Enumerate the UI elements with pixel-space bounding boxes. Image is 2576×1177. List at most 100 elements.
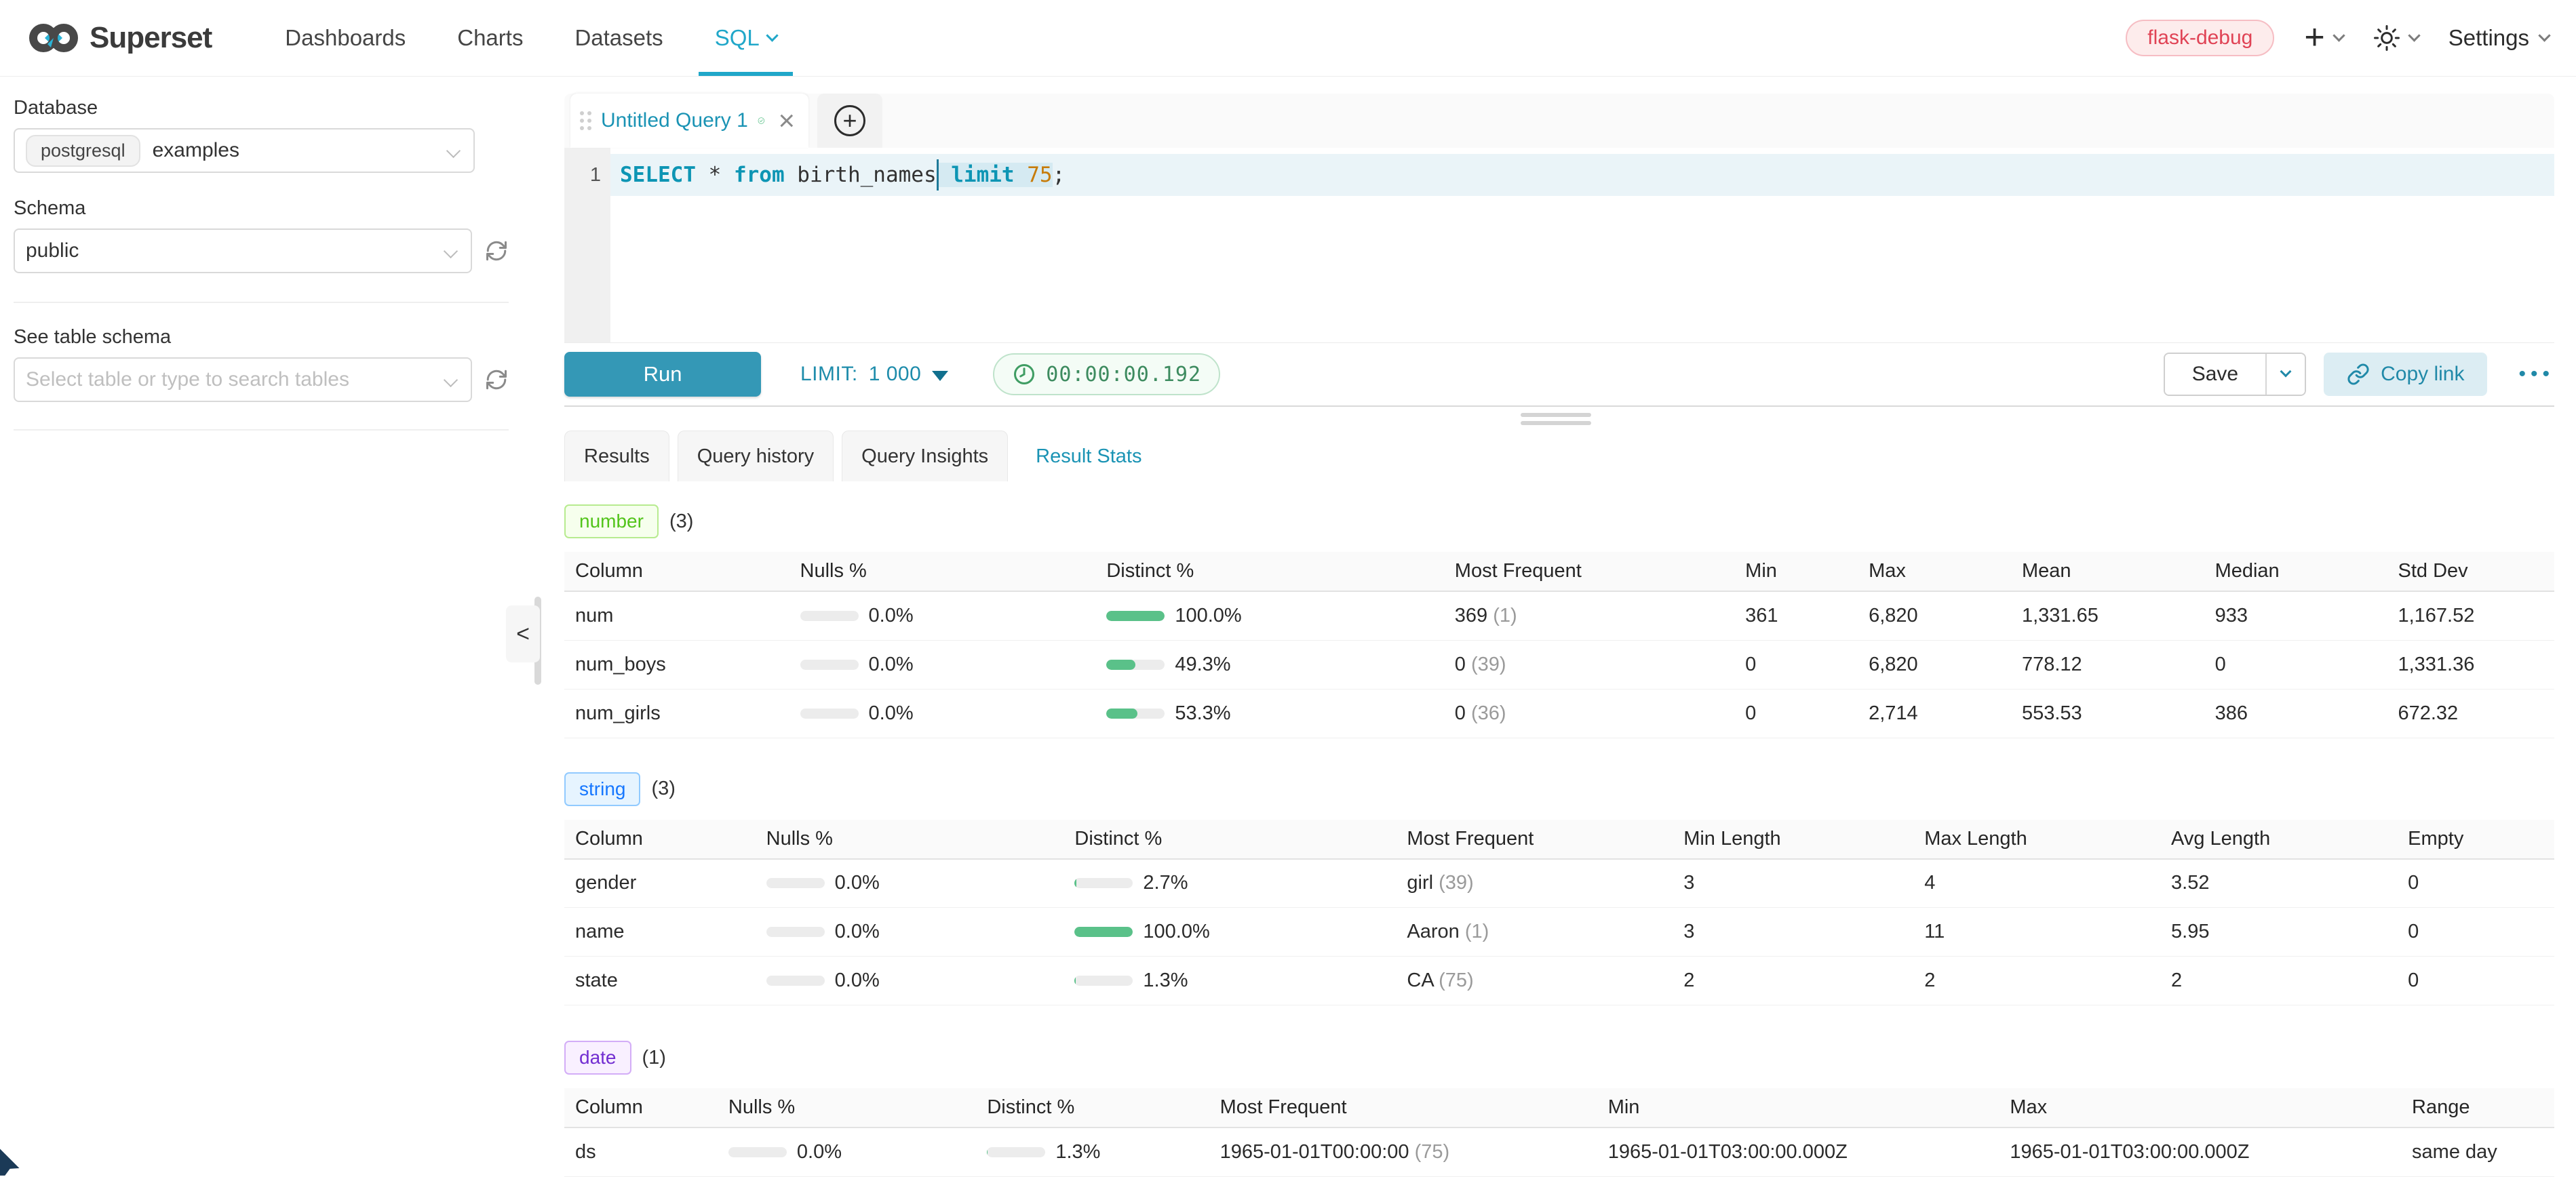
date-stats-table: Column Nulls % Distinct % Most Frequent … — [564, 1088, 2554, 1177]
query-timer: 00:00:00.192 — [993, 353, 1220, 395]
chevron-down-icon — [2408, 29, 2420, 41]
stat-cell: 0 — [1734, 640, 1858, 689]
table-row: name 0.0% 100.0% Aaron (1) 3 11 5.95 0 — [564, 908, 2554, 957]
col-header[interactable]: Column — [564, 1088, 718, 1128]
col-header[interactable]: Nulls % — [756, 820, 1064, 859]
col-header[interactable]: Min Length — [1673, 820, 1913, 859]
database-select[interactable]: postgresql examples — [14, 128, 475, 173]
refresh-tables-icon[interactable] — [484, 367, 509, 392]
col-header[interactable]: Mean — [2011, 552, 2204, 591]
sql-editor[interactable]: 1 SELECT * from birth_names limit 75; — [536, 148, 2576, 342]
save-button[interactable]: Save — [2165, 354, 2265, 395]
drag-handle-icon[interactable] — [580, 111, 591, 130]
col-header[interactable]: Min — [1734, 552, 1858, 591]
tab-query-history[interactable]: Query history — [678, 431, 834, 481]
plus-circle-icon: + — [834, 105, 865, 136]
stats-section-date: date (1) Column Nulls % Distinct % Most … — [564, 1041, 2554, 1177]
superset-logo[interactable]: Superset — [27, 20, 212, 56]
most-frequent-cell: 1965-01-01T00:00:00 (75) — [1209, 1128, 1597, 1176]
mf-count: (75) — [1415, 1141, 1450, 1163]
schema-value: public — [26, 239, 79, 262]
pct-value: 0.0% — [869, 702, 914, 725]
stat-cell: 1965-01-01T03:00:00.000Z — [1597, 1128, 1999, 1176]
refresh-schemas-icon[interactable] — [484, 239, 509, 263]
tab-query-insights[interactable]: Query Insights — [842, 431, 1008, 481]
nav-item-datasets[interactable]: Datasets — [549, 0, 688, 76]
col-header[interactable]: Max Length — [1913, 820, 2160, 859]
nav-item-sql[interactable]: SQL — [689, 0, 802, 76]
col-header[interactable]: Min — [1597, 1088, 1999, 1128]
column-name-cell: num_boys — [564, 640, 789, 689]
sql-token: * — [696, 163, 734, 187]
col-header[interactable]: Distinct % — [1095, 552, 1443, 591]
splitter-drag-handle[interactable] — [1521, 413, 1591, 425]
sql-keyword: from — [734, 163, 785, 187]
col-header[interactable]: Range — [2401, 1088, 2554, 1128]
distinct-cell: 100.0% — [1063, 908, 1396, 957]
theme-toggle-button[interactable] — [2373, 24, 2419, 52]
stat-cell: 1965-01-01T03:00:00.000Z — [1999, 1128, 2401, 1176]
col-header[interactable]: Most Frequent — [1444, 552, 1734, 591]
new-query-tab-button[interactable]: + — [817, 94, 882, 148]
distinct-cell: 1.3% — [1063, 957, 1396, 1005]
column-name-cell: ds — [564, 1128, 718, 1176]
tab-label: Query Insights — [861, 445, 988, 468]
database-engine-tag: postgresql — [26, 135, 140, 167]
col-header[interactable]: Avg Length — [2160, 820, 2397, 859]
settings-menu[interactable]: Settings — [2448, 25, 2549, 51]
line-number: 1 — [564, 154, 601, 196]
col-header[interactable]: Max — [1858, 552, 2011, 591]
query-success-check-icon — [758, 106, 765, 136]
col-header[interactable]: Most Frequent — [1396, 820, 1673, 859]
table-select[interactable] — [14, 357, 472, 402]
mf-count: (1) — [1493, 605, 1517, 626]
col-header[interactable]: Nulls % — [718, 1088, 976, 1128]
query-tab[interactable]: Untitled Query 1 × — [570, 94, 808, 148]
stat-cell: 5.95 — [2160, 908, 2397, 957]
more-menu-button[interactable]: ••• — [2518, 363, 2554, 386]
nulls-cell: 0.0% — [789, 689, 1096, 738]
table-search-input[interactable] — [26, 368, 433, 391]
pct-value: 0.0% — [835, 921, 880, 943]
col-header[interactable]: Most Frequent — [1209, 1088, 1597, 1128]
limit-dropdown[interactable]: LIMIT: 1 000 — [800, 363, 948, 386]
col-header[interactable]: Max — [1999, 1088, 2401, 1128]
result-stats-panel: number (3) Column Nulls % Distinct % Mos… — [564, 504, 2554, 1177]
nav-item-dashboards[interactable]: Dashboards — [259, 0, 431, 76]
col-header[interactable]: Column — [564, 820, 756, 859]
sidebar-collapse-button[interactable]: < — [506, 605, 540, 662]
distinct-cell: 2.7% — [1063, 859, 1396, 908]
schema-select[interactable]: public — [14, 228, 472, 273]
tab-result-stats[interactable]: Result Stats — [1016, 431, 1161, 481]
header-row: Column Nulls % Distinct % Most Frequent … — [564, 820, 2554, 859]
nav-label: Charts — [457, 25, 523, 51]
col-header[interactable]: Median — [2204, 552, 2387, 591]
sql-code-line: SELECT * from birth_names limit 75; — [620, 154, 1065, 196]
run-button[interactable]: Run — [564, 352, 761, 397]
copy-link-button[interactable]: Copy link — [2324, 353, 2487, 396]
mf-count: (39) — [1439, 872, 1474, 894]
sun-icon — [2373, 24, 2400, 52]
col-header[interactable]: Empty — [2397, 820, 2554, 859]
close-tab-icon[interactable]: × — [778, 106, 795, 135]
table-row: gender 0.0% 2.7% girl (39) 3 4 3.52 0 — [564, 859, 2554, 908]
stat-cell: 2 — [2160, 957, 2397, 1005]
col-header[interactable]: Distinct % — [1063, 820, 1396, 859]
col-header[interactable]: Distinct % — [976, 1088, 1209, 1128]
tab-results[interactable]: Results — [564, 431, 669, 481]
column-name-cell: num_girls — [564, 689, 789, 738]
sql-number: 75 — [1015, 163, 1053, 187]
col-header[interactable]: Column — [564, 552, 789, 591]
col-header[interactable]: Std Dev — [2387, 552, 2554, 591]
nulls-cell: 0.0% — [789, 640, 1096, 689]
save-options-caret[interactable] — [2265, 354, 2305, 395]
stat-cell: 361 — [1734, 591, 1858, 640]
nulls-cell: 0.0% — [789, 591, 1096, 640]
new-item-button[interactable]: + — [2304, 24, 2343, 52]
mf-value: 0 — [1455, 654, 1466, 675]
stat-cell: 6,820 — [1858, 591, 2011, 640]
progress-bar — [766, 976, 825, 986]
stats-section-string: string (3) Column Nulls % Distinct % Mos… — [564, 772, 2554, 1006]
col-header[interactable]: Nulls % — [789, 552, 1096, 591]
nav-item-charts[interactable]: Charts — [431, 0, 549, 76]
